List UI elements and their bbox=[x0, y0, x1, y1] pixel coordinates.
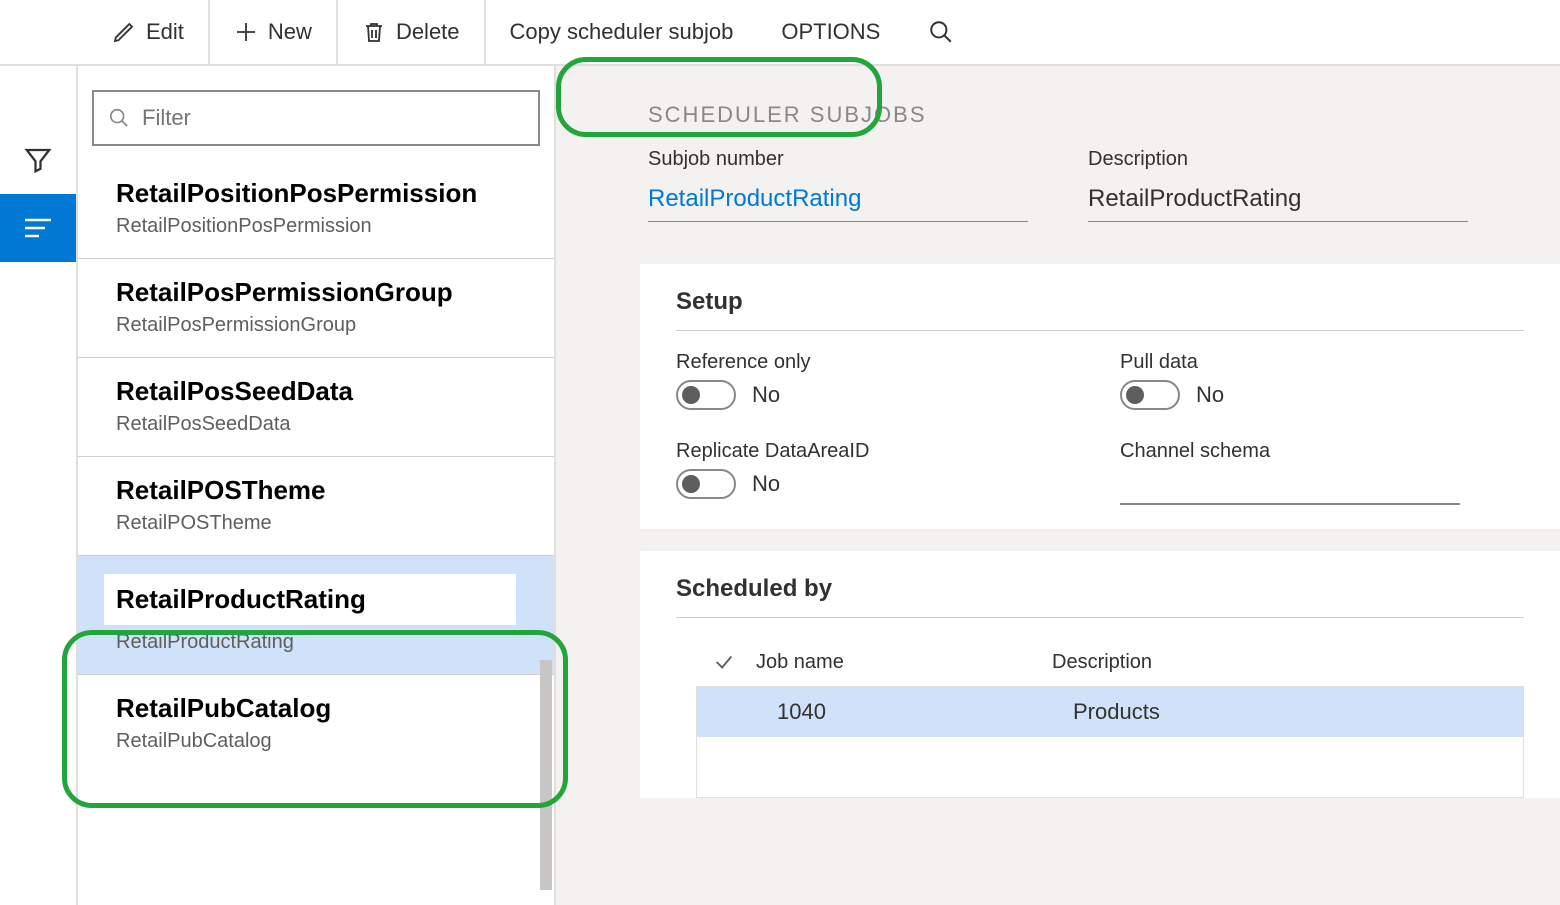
left-rail bbox=[0, 66, 76, 905]
setup-section: Setup Reference only No Pull data No bbox=[640, 264, 1560, 529]
list-item-title: RetailProductRating bbox=[116, 584, 504, 615]
replicate-value: No bbox=[752, 471, 780, 497]
list-pane: RetailPositionPosPermission RetailPositi… bbox=[78, 66, 556, 905]
edit-button[interactable]: Edit bbox=[88, 0, 210, 65]
command-bar: Edit New Delete Copy scheduler subjob OP… bbox=[0, 0, 1560, 66]
filter-rail-button[interactable] bbox=[0, 126, 76, 194]
options-button[interactable]: OPTIONS bbox=[757, 0, 904, 65]
filter-input-wrapper[interactable] bbox=[92, 90, 540, 146]
list-item[interactable]: RetailPositionPosPermission RetailPositi… bbox=[78, 170, 554, 259]
edit-label: Edit bbox=[146, 19, 184, 45]
col-header-jobname[interactable]: Job name bbox=[752, 651, 1032, 674]
copy-subjob-label: Copy scheduler subjob bbox=[510, 19, 734, 45]
pull-data-toggle[interactable] bbox=[1120, 380, 1180, 410]
reference-only-label: Reference only bbox=[676, 351, 1080, 374]
list-item-title: RetailPositionPosPermission bbox=[116, 178, 516, 209]
search-icon bbox=[928, 19, 954, 45]
list-lines-icon bbox=[23, 216, 53, 240]
search-icon bbox=[108, 107, 130, 129]
copy-subjob-button[interactable]: Copy scheduler subjob bbox=[486, 0, 758, 65]
list-item-title: RetailPosSeedData bbox=[116, 376, 516, 407]
list-item[interactable]: RetailPOSTheme RetailPOSTheme bbox=[78, 457, 554, 556]
check-icon bbox=[713, 651, 735, 673]
cell-jobname: 1040 bbox=[773, 699, 1053, 725]
plus-icon bbox=[234, 20, 258, 44]
detail-pane: SCHEDULER SUBJOBS Subjob number RetailPr… bbox=[556, 66, 1560, 905]
list-item[interactable]: RetailPosSeedData RetailPosSeedData bbox=[78, 358, 554, 457]
page-header: SCHEDULER SUBJOBS bbox=[596, 66, 1560, 140]
channel-schema-field: Channel schema bbox=[1120, 440, 1524, 505]
list-item-subtitle: RetailPubCatalog bbox=[116, 730, 516, 753]
pull-data-label: Pull data bbox=[1120, 351, 1524, 374]
replicate-toggle[interactable] bbox=[676, 469, 736, 499]
scheduled-by-section: Scheduled by Job name Description 1040 P… bbox=[640, 551, 1560, 798]
reference-only-field: Reference only No bbox=[676, 351, 1080, 410]
funnel-icon bbox=[23, 145, 53, 175]
channel-schema-input[interactable] bbox=[1120, 469, 1460, 505]
pull-data-value: No bbox=[1196, 382, 1224, 408]
list-rail-button[interactable] bbox=[0, 194, 76, 262]
scheduled-by-title: Scheduled by bbox=[676, 575, 1524, 618]
replicate-field: Replicate DataAreaID No bbox=[676, 440, 1080, 505]
description-value[interactable]: RetailProductRating bbox=[1088, 177, 1468, 222]
list-item[interactable]: RetailPosPermissionGroup RetailPosPermis… bbox=[78, 259, 554, 358]
reference-only-value: No bbox=[752, 382, 780, 408]
list-item-subtitle: RetailPositionPosPermission bbox=[116, 215, 516, 238]
pencil-icon bbox=[112, 20, 136, 44]
select-all-checkbox[interactable] bbox=[712, 650, 736, 674]
description-label: Description bbox=[1088, 148, 1468, 171]
setup-title: Setup bbox=[676, 288, 1524, 331]
delete-button[interactable]: Delete bbox=[338, 0, 486, 65]
subjob-number-label: Subjob number bbox=[648, 148, 1028, 171]
row-checkbox[interactable] bbox=[733, 700, 757, 724]
delete-label: Delete bbox=[396, 19, 460, 45]
list-item-selected[interactable]: RetailProductRating RetailProductRating bbox=[78, 556, 554, 675]
pull-data-field: Pull data No bbox=[1120, 351, 1524, 410]
table-header: Job name Description bbox=[676, 638, 1560, 686]
replicate-label: Replicate DataAreaID bbox=[676, 440, 1080, 463]
col-header-description[interactable]: Description bbox=[1048, 651, 1540, 674]
filter-input[interactable] bbox=[142, 105, 524, 131]
search-button[interactable] bbox=[904, 19, 978, 45]
options-label: OPTIONS bbox=[781, 19, 880, 45]
list-item-subtitle: RetailPOSTheme bbox=[116, 512, 516, 535]
description-field: Description RetailProductRating bbox=[1088, 148, 1468, 222]
list-item-title: RetailPubCatalog bbox=[116, 693, 516, 724]
cell-description: Products bbox=[1069, 699, 1503, 725]
reference-only-toggle[interactable] bbox=[676, 380, 736, 410]
subjob-number-field: Subjob number RetailProductRating bbox=[648, 148, 1028, 222]
new-button[interactable]: New bbox=[210, 0, 338, 65]
list-item-subtitle: RetailPosSeedData bbox=[116, 413, 516, 436]
list-item-subtitle: RetailPosPermissionGroup bbox=[116, 314, 516, 337]
list-item-subtitle: RetailProductRating bbox=[116, 631, 516, 654]
scrollbar-thumb[interactable] bbox=[540, 660, 552, 890]
list-item-title: RetailPOSTheme bbox=[116, 475, 516, 506]
table-row[interactable]: 1040 Products bbox=[697, 687, 1523, 737]
list-item[interactable]: RetailPubCatalog RetailPubCatalog bbox=[78, 675, 554, 773]
subjob-number-value[interactable]: RetailProductRating bbox=[648, 177, 1028, 222]
workspace: RetailPositionPosPermission RetailPositi… bbox=[76, 66, 1560, 905]
subjob-list: RetailPositionPosPermission RetailPositi… bbox=[78, 170, 554, 905]
new-label: New bbox=[268, 19, 312, 45]
list-item-title: RetailPosPermissionGroup bbox=[116, 277, 516, 308]
channel-schema-label: Channel schema bbox=[1120, 440, 1524, 463]
trash-icon bbox=[362, 20, 386, 44]
table-body: 1040 Products bbox=[696, 686, 1524, 798]
